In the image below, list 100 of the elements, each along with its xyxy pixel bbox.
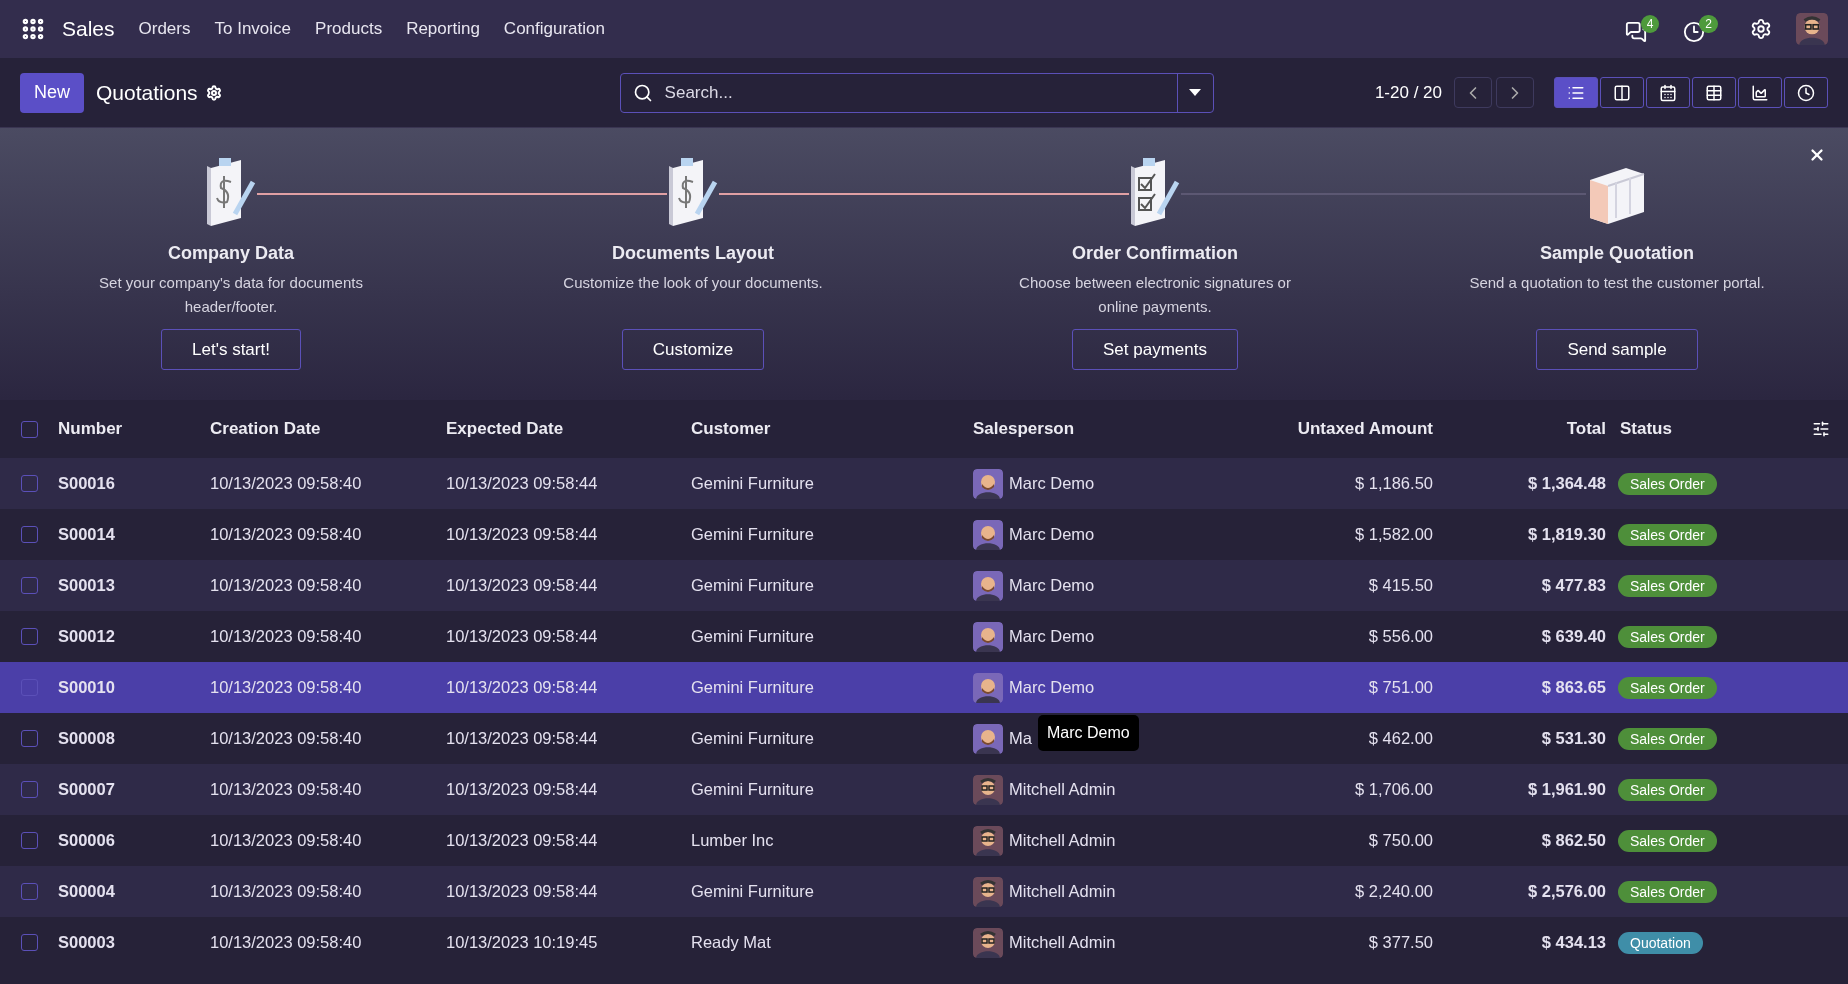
view-switch-button[interactable] — [1646, 77, 1690, 108]
row-checkbox[interactable] — [20, 832, 38, 849]
table-cell-text: $ 531.30 — [1540, 728, 1606, 750]
view-switch-button[interactable] — [1600, 77, 1644, 108]
table-cell-text: Marc Demo — [1009, 524, 1095, 546]
caret-icon — [1189, 88, 1202, 97]
avatar-icon — [973, 723, 1003, 754]
table-cell-text: 10/13/2023 09:58:40 — [210, 677, 363, 699]
table-cell-text: $ 862.50 — [1540, 830, 1606, 852]
row-checkbox[interactable] — [20, 883, 38, 900]
table-row[interactable]: S00004 10/13/2023 09:58:40 10/13/2023 09:58:44 Gemini Furniture Mitchell Admin $ 2,240.00 $ 2,576.00 Sales Order — [0, 866, 1848, 917]
table-cell-text: 10/13/2023 09:58:40 — [210, 728, 363, 750]
step-title: Order Confirmation — [1072, 242, 1238, 265]
table-row[interactable]: S00007 10/13/2023 09:58:40 10/13/2023 09:58:44 Gemini Furniture Mitchell Admin $ 1,706.00 $ 1,961.90 Sales Order — [0, 764, 1848, 815]
table-cell-text: S00010 — [58, 677, 116, 699]
messages-icon[interactable] — [1624, 21, 1647, 43]
column-header[interactable]: Creation Date — [210, 416, 446, 442]
view-switch-button[interactable] — [1784, 77, 1828, 108]
table-cell-text: 10/13/2023 09:58:44 — [446, 473, 599, 495]
table-cell-text: $ 1,364.48 — [1527, 473, 1606, 495]
column-header[interactable]: Untaxed Amount — [1233, 416, 1433, 442]
nav-menu-item[interactable]: Products — [303, 16, 395, 42]
table-cell-text: 10/13/2023 10:19:45 — [446, 932, 599, 954]
table-cell-text: $ 1,186.50 — [1354, 473, 1433, 495]
nav-menu-item[interactable]: To Invoice — [202, 16, 304, 42]
table-row[interactable]: S00016 10/13/2023 09:58:40 10/13/2023 09:58:44 Gemini Furniture Marc Demo $ 1,186.50 $ 1,364.48 Sales Order — [0, 458, 1848, 509]
table-row[interactable]: S00010 10/13/2023 09:58:40 10/13/2023 09:58:44 Gemini Furniture Marc Demo $ 751.00 $ 863.65 Sales Order — [0, 662, 1848, 713]
table-cell-text: Mitchell Admin — [1009, 881, 1116, 903]
table-cell-text: $ 477.83 — [1540, 575, 1606, 597]
status-badge: Quotation — [1618, 932, 1703, 955]
table-cell-text: 10/13/2023 09:58:40 — [210, 524, 363, 546]
row-checkbox[interactable] — [20, 934, 38, 951]
row-checkbox[interactable] — [20, 420, 38, 438]
table-cell-text: $ 1,706.00 — [1354, 779, 1433, 801]
close-icon[interactable] — [1808, 146, 1826, 164]
app-menu-icon[interactable] — [20, 16, 46, 42]
row-checkbox[interactable] — [20, 577, 38, 594]
table-cell-text: 10/13/2023 09:58:40 — [210, 575, 363, 597]
graph-view-icon — [1751, 83, 1769, 102]
search-icon — [632, 82, 653, 103]
column-header[interactable]: Number — [58, 416, 210, 442]
nav-menu-item[interactable]: Orders — [126, 16, 203, 42]
column-header[interactable]: Salesperson — [973, 416, 1233, 442]
table-cell-text: $ 2,240.00 — [1354, 881, 1433, 903]
view-switch-button[interactable] — [1692, 77, 1736, 108]
app-name[interactable]: Sales — [62, 13, 115, 45]
column-header[interactable]: Status — [1606, 416, 1800, 442]
table-cell-text: S00016 — [58, 473, 116, 495]
row-checkbox[interactable] — [20, 781, 38, 798]
table-cell-text: Ma — [1009, 728, 1032, 750]
activity-clock-icon[interactable] — [1683, 21, 1706, 43]
row-checkbox[interactable] — [20, 730, 38, 747]
status-badge: Sales Order — [1618, 473, 1717, 496]
table-cell-text: Gemini Furniture — [691, 728, 815, 750]
table-cell-text: $ 863.65 — [1540, 677, 1606, 699]
search-field[interactable]: Search... — [619, 72, 1214, 113]
row-checkbox[interactable] — [20, 475, 38, 492]
nav-menu-item[interactable]: Reporting — [394, 16, 492, 42]
step-description: Choose between electronic signatures or online payments. — [1018, 273, 1292, 317]
view-switch-button[interactable] — [1554, 77, 1598, 108]
search-input[interactable]: Search... — [664, 79, 1177, 106]
table-cell-text: Mitchell Admin — [1009, 779, 1116, 801]
nav-menu-item[interactable]: Configuration — [491, 16, 617, 42]
settings-icon[interactable] — [205, 84, 222, 101]
table-cell-text: $ 415.50 — [1367, 575, 1433, 597]
row-checkbox[interactable] — [20, 628, 38, 645]
table-cell-text: 10/13/2023 09:58:44 — [446, 830, 599, 852]
column-header[interactable]: Customer — [691, 416, 973, 442]
column-header[interactable]: Total — [1433, 416, 1606, 442]
table-cell-text: Gemini Furniture — [691, 626, 815, 648]
table-cell-text: 10/13/2023 09:58:44 — [446, 524, 599, 546]
column-settings-icon[interactable] — [1812, 420, 1830, 438]
step-button[interactable]: Set payments — [1072, 329, 1238, 370]
column-header[interactable]: Expected Date — [446, 416, 691, 442]
table-cell-text: $ 751.00 — [1367, 677, 1433, 699]
status-badge: Sales Order — [1618, 524, 1717, 547]
table-cell-text: Lumber Inc — [691, 830, 775, 852]
table-cell-text: S00003 — [58, 932, 116, 954]
table-row[interactable]: S00013 10/13/2023 09:58:40 10/13/2023 09:58:44 Gemini Furniture Marc Demo $ 415.50 $ 477.83 Sales Order — [0, 560, 1848, 611]
table-cell-text: $ 750.00 — [1367, 830, 1433, 852]
step-button[interactable]: Let's start! — [161, 329, 301, 370]
table-cell-text: S00014 — [58, 524, 116, 546]
table-cell-text: Gemini Furniture — [691, 779, 815, 801]
table-cell-text: Gemini Furniture — [691, 473, 815, 495]
table-cell-text: Mitchell Admin — [1009, 932, 1116, 954]
avatar-icon — [973, 825, 1003, 856]
table-cell-text: S00006 — [58, 830, 116, 852]
status-badge: Sales Order — [1618, 881, 1717, 904]
step-button[interactable]: Customize — [621, 329, 765, 370]
row-checkbox[interactable] — [20, 526, 38, 543]
table-cell-text: 10/13/2023 09:58:40 — [210, 779, 363, 801]
table-cell-text: $ 1,582.00 — [1354, 524, 1433, 546]
new-button[interactable]: New — [20, 72, 84, 113]
view-switch-button[interactable] — [1738, 77, 1782, 108]
settings-icon[interactable] — [1750, 18, 1772, 40]
table-cell-text: Gemini Furniture — [691, 524, 815, 546]
status-badge: Sales Order — [1618, 830, 1717, 853]
avatar-icon — [973, 672, 1003, 703]
step-button[interactable]: Send sample — [1536, 329, 1698, 370]
table-cell-text: $ 556.00 — [1367, 626, 1433, 648]
